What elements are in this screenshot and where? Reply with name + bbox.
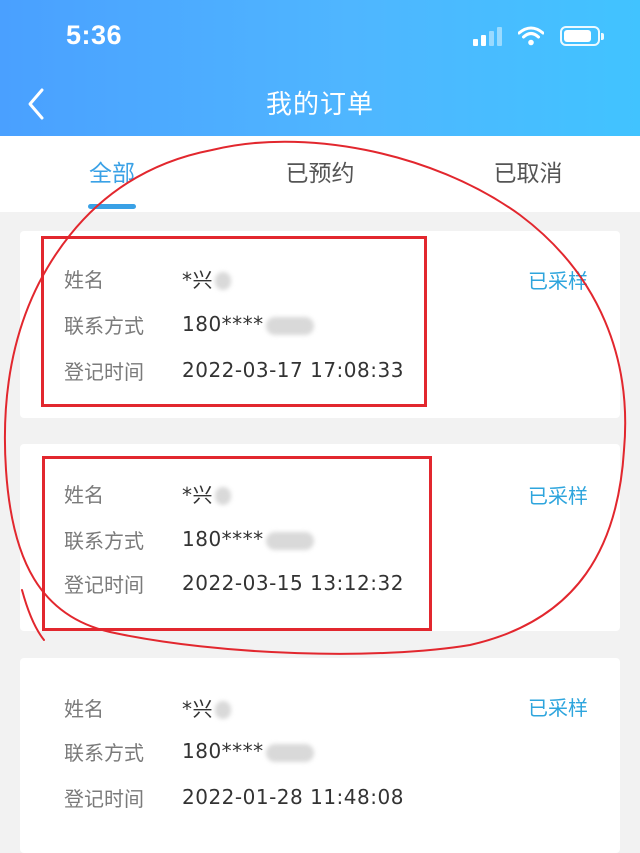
annotation-box [42,456,432,631]
tab-active-indicator [88,204,136,209]
page-title: 我的订单 [265,90,374,120]
screen: 5:36 我的订单 全部 已预约 已取消 姓名 *兴 联系方式 180**** … [0,0,640,853]
battery-icon [560,26,604,46]
annotation-box [41,236,427,407]
register-time-label: 登记时间 [64,786,144,811]
app-header: 5:36 我的订单 [0,0,640,136]
contact-label: 联系方式 [64,740,144,765]
status-badge: 已采样 [528,269,588,293]
cellular-signal-icon [473,26,502,46]
contact-row: 联系方式 180**** [64,736,314,766]
tab-reserved[interactable]: 已预约 [274,154,366,194]
tab-all[interactable]: 全部 [80,154,144,194]
phone-value: 180**** [182,739,314,763]
name-value: *兴 [182,693,231,722]
name-row: 姓名 *兴 [64,692,231,722]
status-time: 5:36 [66,20,123,50]
register-time-row: 登记时间 2022-01-28 11:48:08 [64,782,404,812]
status-badge: 已采样 [528,696,588,720]
status-icons [473,24,604,48]
tab-cancelled[interactable]: 已取消 [482,154,574,194]
wifi-icon [518,26,544,46]
tab-bar: 全部 已预约 已取消 [0,136,640,212]
status-badge: 已采样 [528,484,588,508]
register-time-value: 2022-01-28 11:48:08 [182,785,404,809]
order-card[interactable]: 姓名 *兴 联系方式 180**** 登记时间 2022-01-28 11:48… [20,658,620,853]
name-label: 姓名 [64,696,104,721]
